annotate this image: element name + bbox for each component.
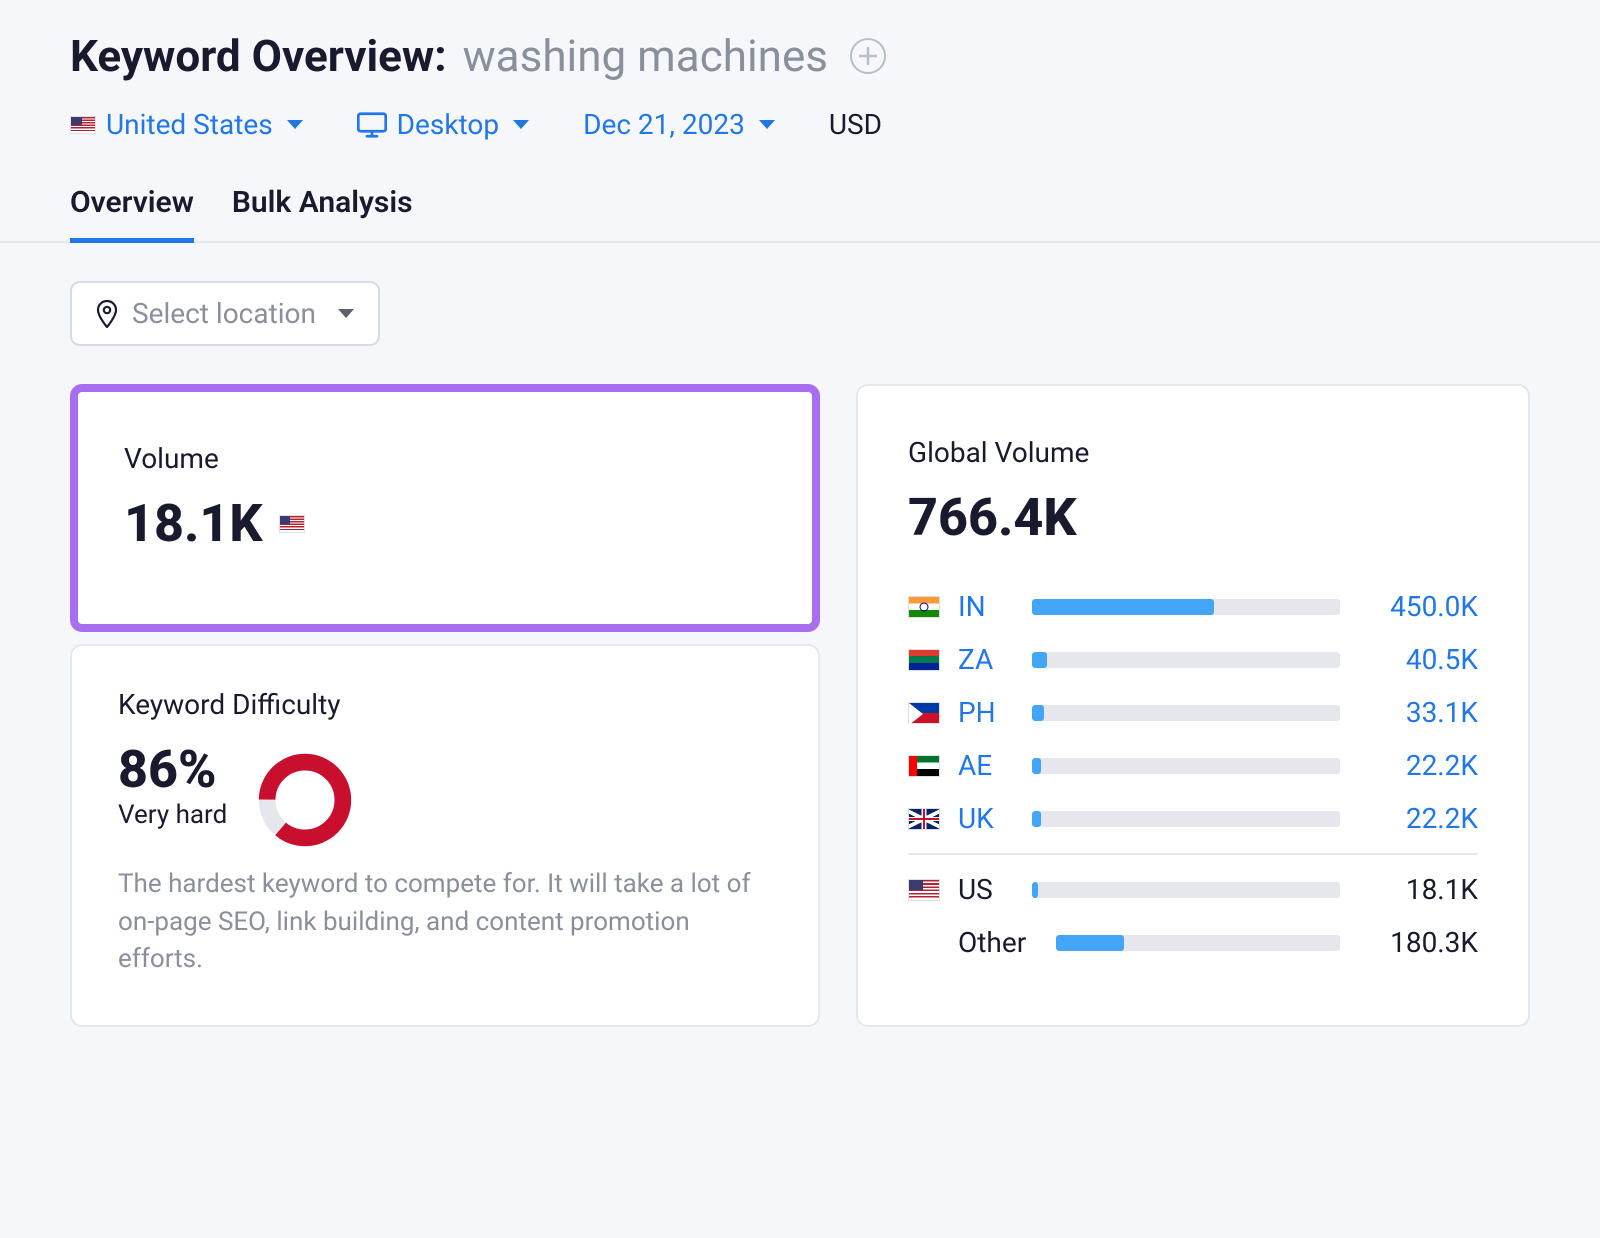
country-code[interactable]: IN xyxy=(958,590,1014,623)
currency-label: USD xyxy=(829,108,882,141)
chevron-down-icon xyxy=(338,309,354,318)
country-volume: 22.2K xyxy=(1358,802,1478,835)
country-code[interactable]: UK xyxy=(958,802,1014,835)
page-title: Keyword Overview: xyxy=(70,30,447,82)
country-volume: 450.0K xyxy=(1358,590,1478,623)
volume-label: Volume xyxy=(124,442,766,475)
global-volume-row[interactable]: UK 22.2K xyxy=(908,792,1478,845)
za-flag-icon xyxy=(908,649,940,671)
tab-bulk-analysis[interactable]: Bulk Analysis xyxy=(232,185,413,241)
global-volume-row[interactable]: PH 33.1K xyxy=(908,686,1478,739)
volume-bar xyxy=(1032,652,1340,668)
global-volume-label: Global Volume xyxy=(908,436,1478,469)
country-volume: 40.5K xyxy=(1358,643,1478,676)
keyword-text: washing machines xyxy=(463,30,828,82)
country-volume: 180.3K xyxy=(1358,926,1478,959)
global-volume-row: Other 180.3K xyxy=(908,916,1478,969)
tab-bar: Overview Bulk Analysis xyxy=(0,185,1600,243)
volume-bar xyxy=(1032,758,1340,774)
volume-bar xyxy=(1056,935,1340,951)
add-keyword-button[interactable] xyxy=(850,38,886,74)
us-flag-icon xyxy=(279,515,305,533)
country-volume: 18.1K xyxy=(1358,873,1478,906)
country-code[interactable]: AE xyxy=(958,749,1014,782)
country-filter[interactable]: United States xyxy=(70,108,303,141)
date-filter[interactable]: Dec 21, 2023 xyxy=(583,108,775,141)
ae-flag-icon xyxy=(908,755,940,777)
volume-bar xyxy=(1032,599,1340,615)
tab-overview[interactable]: Overview xyxy=(70,185,194,243)
chevron-down-icon xyxy=(759,120,775,129)
global-volume-value: 766.4K xyxy=(908,487,1478,548)
volume-bar xyxy=(1032,811,1340,827)
global-volume-row[interactable]: ZA 40.5K xyxy=(908,633,1478,686)
chevron-down-icon xyxy=(287,120,303,129)
volume-card: Volume 18.1K xyxy=(70,384,820,632)
location-select[interactable]: Select location xyxy=(70,281,380,346)
kd-rating: Very hard xyxy=(118,800,227,830)
volume-bar xyxy=(1032,705,1340,721)
global-volume-row[interactable]: IN 450.0K xyxy=(908,580,1478,633)
us-flag-icon xyxy=(908,879,940,901)
country-code[interactable]: PH xyxy=(958,696,1014,729)
global-volume-row: US 18.1K xyxy=(908,863,1478,916)
plus-icon xyxy=(859,47,877,65)
country-volume: 33.1K xyxy=(1358,696,1478,729)
device-filter-label: Desktop xyxy=(397,108,499,141)
kd-donut-chart xyxy=(255,750,355,850)
us-flag-icon xyxy=(70,116,96,134)
kd-label: Keyword Difficulty xyxy=(118,688,772,721)
divider xyxy=(908,853,1478,855)
location-select-placeholder: Select location xyxy=(132,297,316,330)
device-filter[interactable]: Desktop xyxy=(357,108,529,141)
country-filter-label: United States xyxy=(106,108,273,141)
desktop-icon xyxy=(357,112,387,138)
volume-bar xyxy=(1032,882,1340,898)
country-code: US xyxy=(958,873,1014,906)
country-code: Other xyxy=(958,926,1038,959)
country-volume: 22.2K xyxy=(1358,749,1478,782)
uk-flag-icon xyxy=(908,808,940,830)
kd-description: The hardest keyword to compete for. It w… xyxy=(118,866,772,979)
date-filter-label: Dec 21, 2023 xyxy=(583,108,745,141)
in-flag-icon xyxy=(908,596,940,618)
global-volume-row[interactable]: AE 22.2K xyxy=(908,739,1478,792)
keyword-difficulty-card: Keyword Difficulty 86% Very hard The har… xyxy=(70,644,820,1027)
chevron-down-icon xyxy=(513,120,529,129)
location-pin-icon xyxy=(96,300,118,328)
global-volume-card: Global Volume 766.4K IN 450.0K ZA 40.5K PH 33… xyxy=(856,384,1530,1027)
country-code[interactable]: ZA xyxy=(958,643,1014,676)
ph-flag-icon xyxy=(908,702,940,724)
filter-bar: United States Desktop Dec 21, 2023 USD xyxy=(70,108,1530,141)
volume-value: 18.1K xyxy=(124,493,263,554)
kd-value: 86% xyxy=(118,739,227,800)
page-title-row: Keyword Overview: washing machines xyxy=(70,30,1530,82)
